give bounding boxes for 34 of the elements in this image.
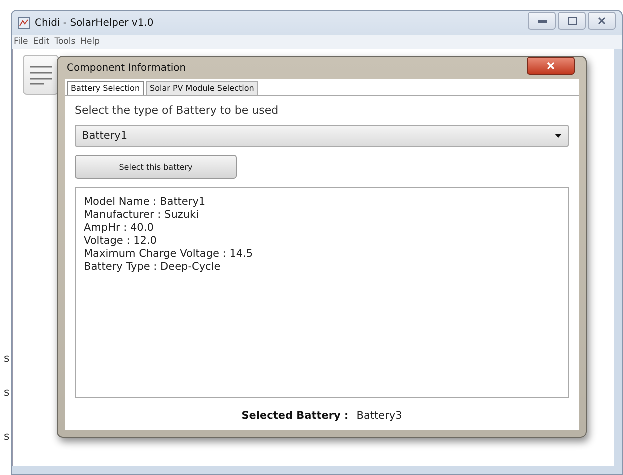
detail-line: Voltage : 12.0 <box>84 235 157 247</box>
side-label: s <box>3 352 11 366</box>
maximize-icon <box>568 17 576 25</box>
close-button[interactable] <box>588 12 616 30</box>
detail-line: Manufacturer : Suzuki <box>84 209 200 221</box>
prompt-text: Select the type of Battery to be used <box>75 104 280 117</box>
app-icon <box>18 17 30 29</box>
minimize-button[interactable] <box>528 12 556 30</box>
detail-line: Maximum Charge Voltage : 14.5 <box>84 248 254 260</box>
menu-item[interactable]: File <box>14 37 28 47</box>
window-title: Chidi - SolarHelper v1.0 <box>35 18 154 28</box>
toolbar-button[interactable] <box>23 55 59 95</box>
menu-item[interactable]: Edit <box>33 37 50 47</box>
lines-icon <box>30 65 52 85</box>
selected-battery-value: Battery3 <box>356 410 402 422</box>
menu-item[interactable]: Tools <box>54 37 76 47</box>
close-icon <box>598 17 606 25</box>
maximize-button[interactable] <box>558 12 586 30</box>
detail-line: Model Name : Battery1 <box>84 196 206 208</box>
menu-item[interactable]: Help <box>80 37 100 47</box>
tab[interactable]: Solar PV Module Selection <box>146 81 258 95</box>
close-button[interactable] <box>527 57 575 75</box>
side-label: s <box>3 386 11 400</box>
detail-line: Battery Type : Deep-Cycle <box>84 261 221 273</box>
minimize-icon <box>538 20 546 22</box>
side-label: s <box>3 430 11 444</box>
detail-line: AmpHr : 40.0 <box>84 222 154 234</box>
close-icon <box>547 62 555 70</box>
select-battery-button[interactable]: Select this battery <box>75 155 237 179</box>
caret-icon <box>555 134 562 138</box>
tab[interactable]: Battery Selection <box>67 81 144 95</box>
selected-battery-label: Selected Battery : <box>242 410 349 422</box>
battery-dropdown[interactable]: Battery1 <box>75 125 569 147</box>
dialog-title: Component Information <box>66 62 186 74</box>
